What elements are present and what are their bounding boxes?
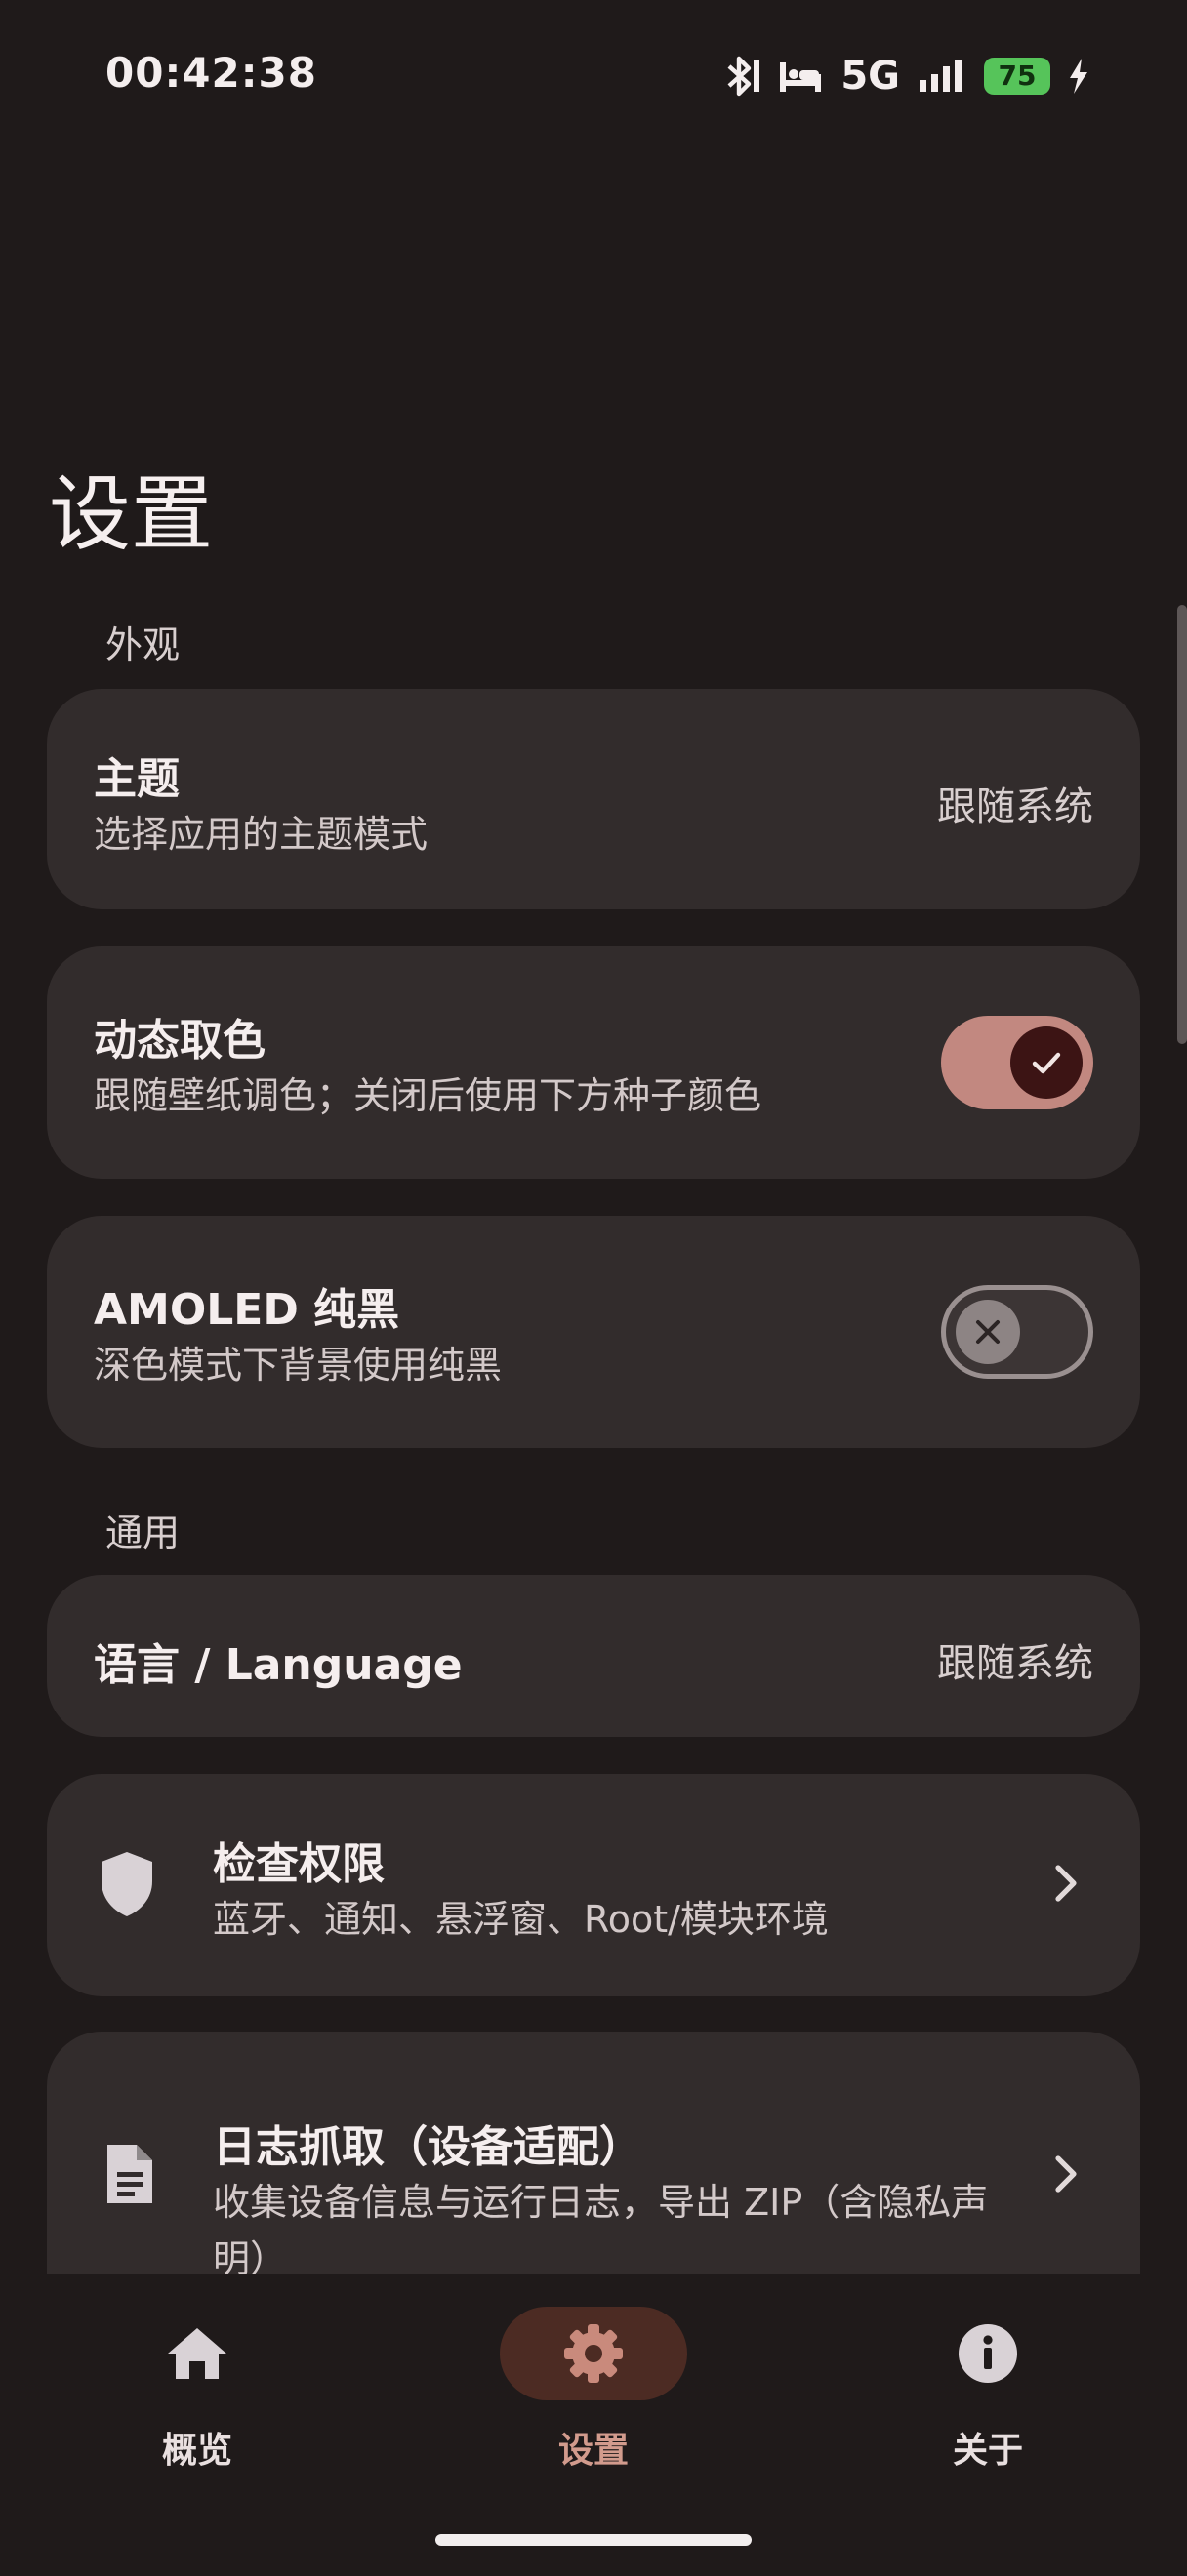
info-icon: [894, 2307, 1082, 2400]
theme-subtitle: 选择应用的主题模式: [94, 813, 429, 856]
amoled-toggle[interactable]: [941, 1285, 1093, 1379]
page-title: 设置: [49, 466, 214, 562]
nav-item-overview[interactable]: 概览: [2, 2274, 392, 2471]
amoled-setting[interactable]: AMOLED 纯黑 深色模式下背景使用纯黑: [47, 1216, 1140, 1448]
theme-value: 跟随系统: [937, 785, 1093, 829]
signal-icon: [918, 59, 966, 94]
dynamic-color-toggle[interactable]: [941, 1016, 1093, 1109]
close-icon: [956, 1300, 1020, 1364]
document-icon: [103, 2143, 154, 2209]
nav-item-settings[interactable]: 设置: [398, 2274, 789, 2471]
check-icon: [1010, 1026, 1083, 1099]
shield-icon: [98, 1850, 156, 1922]
permissions-setting[interactable]: 检查权限 蓝牙、通知、悬浮窗、Root/模块环境: [47, 1774, 1140, 1996]
theme-setting[interactable]: 主题 选择应用的主题模式 跟随系统: [47, 689, 1140, 909]
amoled-subtitle: 深色模式下背景使用纯黑: [94, 1344, 503, 1387]
chevron-right-icon: [1054, 2154, 1078, 2197]
language-setting[interactable]: 语言 / Language 跟随系统: [47, 1575, 1140, 1737]
dynamic-color-setting[interactable]: 动态取色 跟随壁纸调色；关闭后使用下方种子颜色: [47, 946, 1140, 1179]
home-indicator[interactable]: [435, 2534, 752, 2546]
network-label: 5G: [840, 54, 900, 99]
section-label-general: 通用: [105, 1511, 181, 1554]
nav-label-about: 关于: [952, 2431, 1023, 2471]
log-capture-title: 日志抓取（设备适配）: [213, 2122, 642, 2172]
dynamic-color-subtitle: 跟随壁纸调色；关闭后使用下方种子颜色: [94, 1074, 762, 1117]
theme-title: 主题: [94, 754, 180, 804]
language-value: 跟随系统: [937, 1641, 1093, 1686]
permissions-subtitle: 蓝牙、通知、悬浮窗、Root/模块环境: [213, 1898, 829, 1941]
permissions-title: 检查权限: [213, 1839, 385, 1889]
bed-icon: [778, 59, 823, 94]
bluetooth-icon: [721, 55, 760, 98]
nav-label-settings: 设置: [557, 2431, 629, 2471]
chevron-right-icon: [1054, 1864, 1078, 1907]
status-icons: 5G 75: [721, 49, 1089, 103]
language-title: 语言 / Language: [94, 1640, 463, 1690]
home-icon: [103, 2307, 291, 2400]
section-label-appearance: 外观: [105, 624, 181, 666]
amoled-title: AMOLED 纯黑: [94, 1285, 400, 1335]
bottom-nav: 概览 设置 关于: [0, 2274, 1187, 2576]
dynamic-color-title: 动态取色: [94, 1016, 266, 1066]
status-time: 00:42:38: [105, 49, 317, 97]
battery-indicator: 75: [984, 58, 1050, 95]
gear-icon: [500, 2307, 687, 2400]
nav-item-about[interactable]: 关于: [793, 2274, 1183, 2471]
log-capture-subtitle: 收集设备信息与运行日志，导出 ZIP（含隐私声明）: [213, 2181, 989, 2280]
nav-label-overview: 概览: [161, 2431, 232, 2471]
scrollbar[interactable]: [1177, 605, 1187, 1044]
charging-icon: [1068, 59, 1089, 94]
